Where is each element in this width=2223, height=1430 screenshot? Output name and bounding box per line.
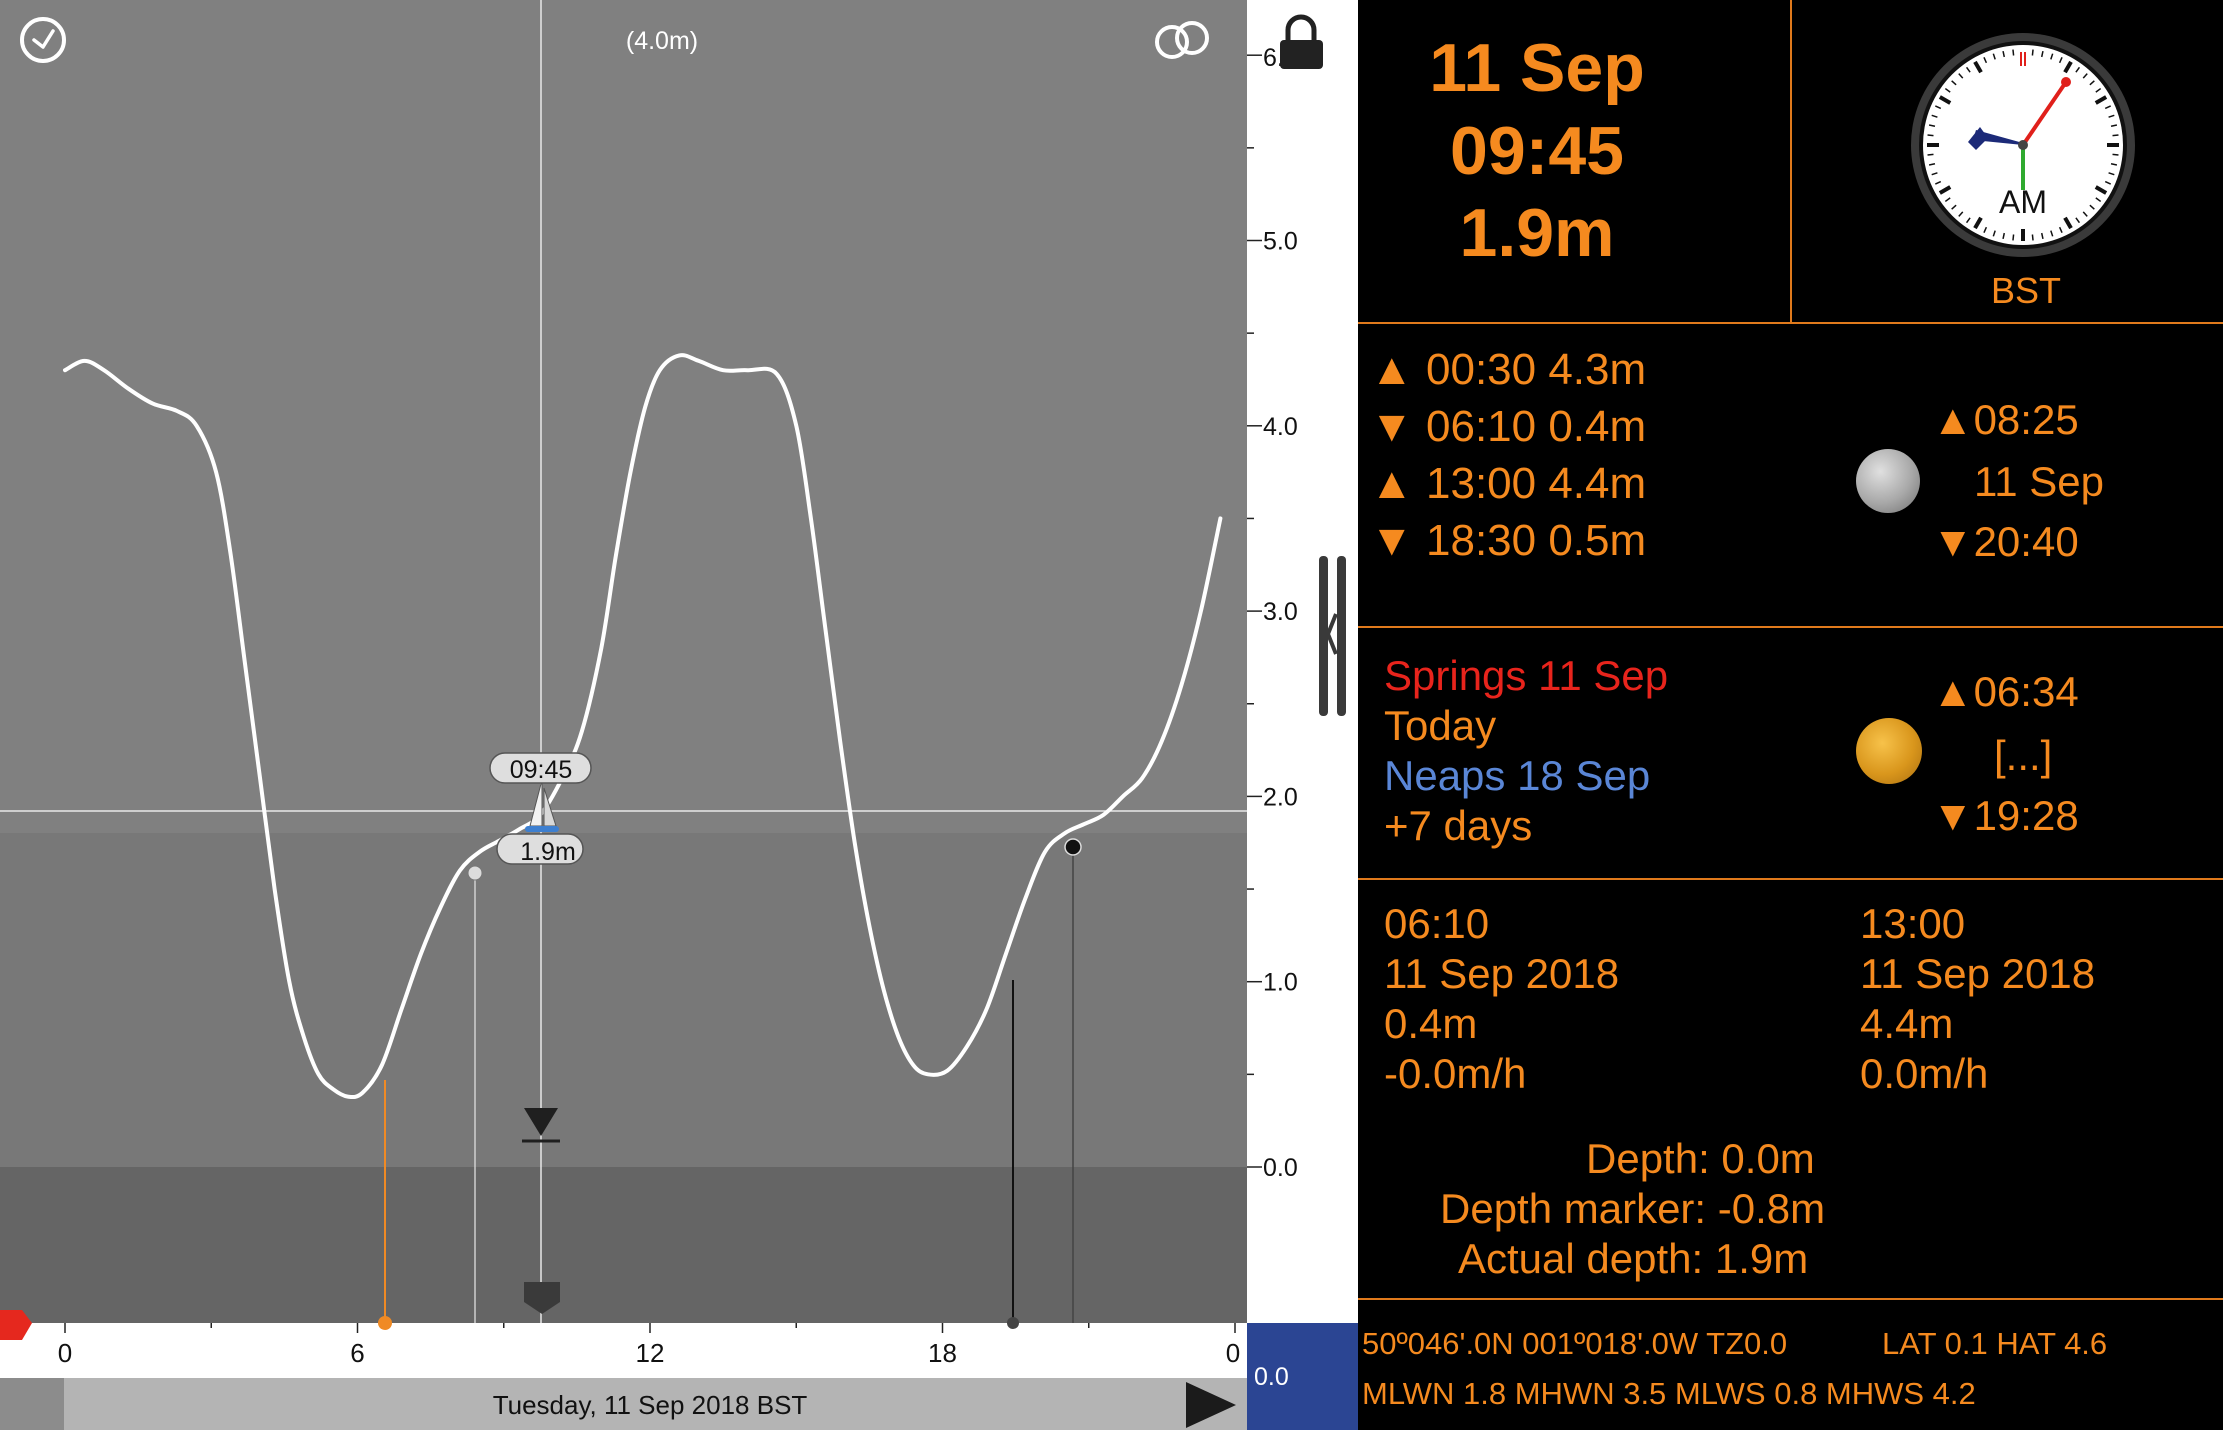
clock-tick [2031,49,2034,56]
scale-label: 1.0 [1263,969,1298,997]
water-below-cursor-band [0,833,1247,1167]
tide-levels-text: MLWN 1.8 MHWN 3.5 MLWS 0.8 MHWS 4.2 [1362,1376,1976,1411]
springs-label: Springs 11 Sep [1384,652,1669,699]
tide-event-1: 00:30 4.3m [1426,345,1647,394]
tide-event-4: 18:30 0.5m [1426,516,1647,565]
today-label: Today [1384,702,1497,749]
sunrise-time: ▲06:34 [1932,668,2079,715]
tide-dir-1: ▲ [1370,345,1414,394]
clock-am-label: AM [1999,184,2047,220]
scale-label: 2.0 [1263,783,1298,811]
low-tide-axis-marker [378,1316,392,1330]
selected-time: 09:45 [1450,113,1624,189]
sun-mid: [...] [1994,732,2053,779]
divider [1790,0,1792,322]
fall-marker-dot [1064,838,1082,856]
clock-tick [1927,134,1934,137]
divider [1358,626,2223,628]
low-detail-time: 06:10 [1384,900,1490,947]
moonrise-time: ▲08:25 [1932,396,2079,443]
sun-icon [1856,718,1922,784]
cursor-height-bubble: 1.9m [496,833,584,866]
cursor-time-text: 09:45 [510,756,573,784]
hour-label: 0 [58,1338,72,1368]
high-detail-time: 13:00 [1860,900,1966,947]
selected-height: 1.9m [1459,195,1615,271]
tide-event-2: 06:10 0.4m [1426,402,1647,451]
tide-dir-3: ▲ [1370,459,1414,508]
analog-clock-icon: AM [1911,33,2135,257]
scale-label: 0.0 [1263,1154,1298,1182]
clock-tick [2112,134,2119,137]
actual-depth-readout: Actual depth: 1.9m [1458,1235,1809,1282]
scale-label: 3.0 [1263,598,1298,626]
low-detail-rate: -0.0m/h [1384,1050,1527,1097]
lat-hat-text: LAT 0.1 HAT 4.6 [1882,1326,2108,1361]
tide-dir-4: ▼ [1370,516,1414,565]
hour-label: 12 [636,1338,665,1368]
max-height-caption: (4.0m) [626,27,698,55]
clock-tick [2031,234,2034,241]
depth-line: Depth: 0.0m [1586,1135,1815,1182]
low-detail-height: 0.4m [1384,1000,1478,1047]
divider [1358,322,2223,324]
days-to-neaps: +7 days [1384,802,1533,849]
high-detail-date: 11 Sep 2018 [1860,950,2096,997]
depth-axis-marker [1007,1317,1019,1329]
hour-label: 0 [1226,1338,1240,1368]
low-detail-date: 11 Sep 2018 [1384,950,1620,997]
rise-marker-dot [467,865,483,881]
divider [1358,878,2223,880]
selected-date: 11 Sep [1429,30,1645,106]
clock-tick [1927,153,1934,156]
clock-tick [2012,234,2015,241]
clock-tick [2112,153,2119,156]
scale-label: 5.0 [1263,228,1298,256]
moon-date: 11 Sep [1974,458,2104,505]
divider [1358,1298,2223,1300]
timezone-label: BST [1991,270,2062,311]
depth-marker-readout: Depth marker: -0.8m [1440,1185,1826,1232]
hour-axis-background [0,1323,1247,1378]
sunset-time: ▼19:28 [1932,792,2079,839]
hour-label: 6 [350,1338,364,1368]
scale-label: 4.0 [1263,413,1298,441]
neaps-label: Neaps 18 Sep [1384,752,1651,799]
moon-icon [1856,449,1920,513]
position-text: 50º046'.0N 001º018'.0W TZ0.0 [1362,1326,1788,1361]
cursor-height-text: 1.9m [520,838,576,866]
high-detail-rate: 0.0m/h [1860,1050,1989,1097]
date-caption: Tuesday, 11 Sep 2018 BST [493,1390,808,1420]
hour-label: 18 [928,1338,957,1368]
tide-dir-2: ▼ [1370,402,1414,451]
clock-tick [2012,49,2015,56]
depth-offset-text: 0.0 [1254,1363,1289,1391]
tide-chart-pane[interactable]: 09:45 1.9m (4.0m) 0.0 1.0 2.0 3.0 4.0 5.0 6. [0,0,1358,1430]
cursor-time-bubble: 09:45 [489,752,592,784]
tide-info-pane: 11 Sep 09:45 1.9m AM BST ▲ 00:30 4.3m ▼ … [1358,0,2223,1430]
high-detail-height: 4.4m [1860,1000,1954,1047]
chart-datum-band [0,1167,1247,1323]
moonset-time: ▼20:40 [1932,518,2079,565]
tide-event-3: 13:00 4.4m [1426,459,1647,508]
